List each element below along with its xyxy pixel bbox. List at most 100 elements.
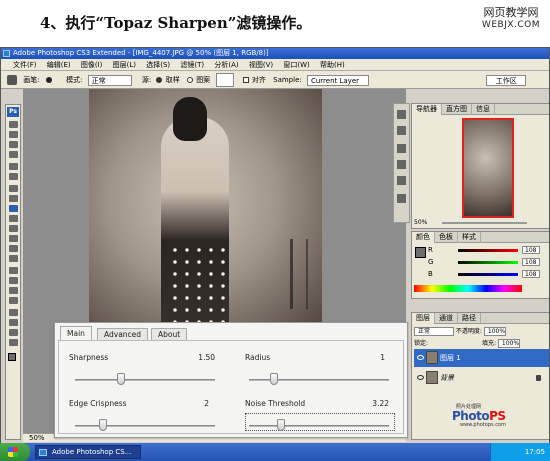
zoom-level[interactable]: 50% bbox=[29, 434, 45, 442]
eyedropper-tool-icon[interactable] bbox=[9, 319, 18, 326]
eye-icon[interactable] bbox=[417, 355, 424, 360]
aligned-checkbox[interactable] bbox=[242, 77, 249, 83]
tab-layers[interactable]: 图层 bbox=[412, 313, 435, 324]
edge-crispness-slider-thumb[interactable] bbox=[99, 419, 107, 431]
brush-tool-icon[interactable] bbox=[9, 195, 18, 202]
blue-slider[interactable] bbox=[458, 273, 518, 276]
menu-layer[interactable]: 图层(L) bbox=[113, 59, 136, 71]
marquee-tool-icon[interactable] bbox=[9, 131, 18, 138]
tab-paths[interactable]: 路径 bbox=[458, 313, 481, 324]
logo-url: www.photops.com bbox=[460, 422, 506, 428]
layer-row-background[interactable]: 背景 bbox=[414, 369, 549, 387]
sample-radio[interactable] bbox=[156, 77, 163, 83]
magic-wand-tool-icon[interactable] bbox=[9, 151, 18, 158]
tab-advanced[interactable]: Advanced bbox=[97, 328, 149, 340]
blue-value[interactable]: 108 bbox=[522, 270, 540, 278]
mode-select[interactable]: 正常 bbox=[87, 74, 132, 86]
clone-stamp-tool-icon[interactable] bbox=[9, 205, 18, 212]
menu-edit[interactable]: 编辑(E) bbox=[47, 59, 71, 71]
tab-navigator[interactable]: 导航器 bbox=[412, 104, 442, 115]
blend-mode-select[interactable]: 正常 bbox=[414, 327, 454, 336]
edge-crispness-slider-track[interactable] bbox=[75, 425, 215, 427]
navigator-zoom-slider[interactable] bbox=[442, 222, 527, 224]
lasso-tool-icon[interactable] bbox=[9, 141, 18, 148]
color-fg-swatch[interactable] bbox=[415, 247, 426, 258]
workspace-button[interactable]: 工作区 bbox=[486, 74, 527, 86]
healing-brush-tool-icon[interactable] bbox=[9, 185, 18, 192]
menu-analysis[interactable]: 分析(A) bbox=[214, 59, 238, 71]
fill-field[interactable]: 100% bbox=[497, 339, 520, 348]
noise-threshold-slider-track[interactable] bbox=[249, 425, 389, 427]
tab-styles[interactable]: 样式 bbox=[458, 232, 481, 243]
shape-tool-icon[interactable] bbox=[9, 297, 18, 304]
notes-tool-icon[interactable] bbox=[9, 309, 18, 316]
layer-row-layer1[interactable]: 图层 1 bbox=[414, 349, 549, 367]
tab-info[interactable]: 信息 bbox=[472, 104, 495, 115]
photops-logo: PhotoPS bbox=[452, 409, 506, 423]
history-brush-tool-icon[interactable] bbox=[9, 215, 18, 222]
gradient-tool-icon[interactable] bbox=[9, 235, 18, 242]
sharpness-slider-thumb[interactable] bbox=[117, 373, 126, 385]
navigator-thumbnail[interactable] bbox=[462, 118, 514, 218]
ps-logo-icon: Ps bbox=[7, 107, 19, 117]
red-value[interactable]: 108 bbox=[522, 246, 540, 254]
menu-window[interactable]: 窗口(W) bbox=[283, 59, 309, 71]
pen-tool-icon[interactable] bbox=[9, 267, 18, 274]
clone-stamp-tool-icon[interactable] bbox=[7, 75, 17, 85]
green-value[interactable]: 108 bbox=[522, 258, 540, 266]
eye-icon[interactable] bbox=[417, 375, 424, 380]
window-titlebar[interactable]: Adobe Photoshop CS3 Extended - [IMG_4407… bbox=[1, 48, 549, 59]
sample-option-label: 取样 bbox=[165, 76, 180, 84]
hand-tool-icon[interactable] bbox=[9, 329, 18, 336]
tab-color[interactable]: 颜色 bbox=[412, 232, 435, 243]
menu-select[interactable]: 选择(S) bbox=[146, 59, 170, 71]
slice-tool-icon[interactable] bbox=[9, 173, 18, 180]
opacity-field[interactable]: 100% bbox=[483, 327, 506, 336]
dodge-tool-icon[interactable] bbox=[9, 255, 18, 262]
eraser-tool-icon[interactable] bbox=[9, 225, 18, 232]
menu-image[interactable]: 图像(I) bbox=[81, 59, 103, 71]
menu-help[interactable]: 帮助(H) bbox=[320, 59, 345, 71]
zoom-tool-icon[interactable] bbox=[9, 339, 18, 346]
start-button[interactable] bbox=[0, 443, 30, 461]
sample-layer-select[interactable]: Current Layer bbox=[306, 74, 369, 86]
menu-view[interactable]: 视图(V) bbox=[249, 59, 273, 71]
type-tool-icon[interactable] bbox=[9, 277, 18, 284]
move-tool-icon[interactable] bbox=[9, 121, 18, 128]
history-panel-icon[interactable] bbox=[397, 110, 406, 119]
clone-source-icon[interactable] bbox=[397, 176, 406, 185]
lock-icon bbox=[536, 375, 541, 381]
green-slider[interactable] bbox=[458, 261, 518, 264]
tray-clock[interactable]: 17:05 bbox=[525, 448, 545, 456]
edge-crispness-value: 2 bbox=[204, 399, 209, 408]
tool-presets-icon[interactable] bbox=[397, 144, 406, 153]
red-slider[interactable] bbox=[458, 249, 518, 252]
tab-histogram[interactable]: 直方图 bbox=[442, 104, 472, 115]
sharpness-value: 1.50 bbox=[198, 353, 215, 362]
brushes-panel-icon[interactable] bbox=[397, 160, 406, 169]
taskbar-photoshop-button[interactable]: Adobe Photoshop CS... bbox=[35, 445, 141, 459]
layers-panel: 图层 通道 路径 正常 不透明度: 100% 锁定: 填充: 100% 图层 1 背… bbox=[411, 312, 549, 440]
menu-filter[interactable]: 滤镜(T) bbox=[180, 59, 204, 71]
tab-swatches[interactable]: 色板 bbox=[435, 232, 458, 243]
brush-preset-picker[interactable] bbox=[45, 77, 52, 83]
crop-tool-icon[interactable] bbox=[9, 163, 18, 170]
foreground-color-swatch[interactable] bbox=[8, 353, 16, 361]
character-panel-icon[interactable] bbox=[397, 194, 406, 203]
tab-channels[interactable]: 通道 bbox=[435, 313, 458, 324]
tab-about[interactable]: About bbox=[151, 328, 188, 340]
noise-threshold-slider-thumb[interactable] bbox=[277, 419, 286, 431]
blur-tool-icon[interactable] bbox=[9, 245, 18, 252]
pattern-option-label: 图案 bbox=[196, 76, 211, 84]
fill-label: 填充: bbox=[481, 340, 496, 347]
radius-slider-thumb[interactable] bbox=[270, 373, 279, 385]
navigator-zoom[interactable]: 50% bbox=[414, 219, 427, 226]
tab-main[interactable]: Main bbox=[60, 326, 92, 340]
pattern-picker[interactable] bbox=[216, 73, 235, 87]
menu-file[interactable]: 文件(F) bbox=[13, 59, 37, 71]
path-selection-tool-icon[interactable] bbox=[9, 287, 18, 294]
pattern-radio[interactable] bbox=[186, 77, 193, 83]
sharpness-slider-track[interactable] bbox=[75, 379, 215, 381]
color-spectrum-ramp[interactable] bbox=[414, 285, 522, 292]
actions-panel-icon[interactable] bbox=[397, 126, 406, 135]
